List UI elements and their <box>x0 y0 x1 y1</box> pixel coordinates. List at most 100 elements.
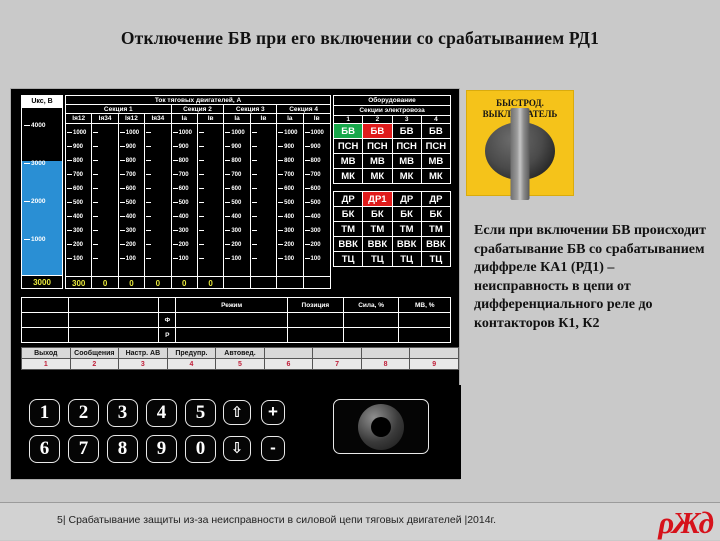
current-column-name: Iа <box>277 114 303 123</box>
key-2[interactable]: 2 <box>68 399 99 427</box>
current-scale-tick: 600 <box>120 186 136 192</box>
regime-table: РежимПозицияСила, %МВ, %ФР <box>21 297 451 345</box>
footer-text: 5| Срабатывание защиты из-за неисправнос… <box>57 514 496 526</box>
current-scale-tick: 900 <box>173 144 189 150</box>
current-scale-tick: 500 <box>225 200 241 206</box>
current-value-cell <box>251 277 277 289</box>
current-scale-tick: 1000 <box>305 130 324 136</box>
function-key-index[interactable]: 9 <box>410 359 459 370</box>
key-8[interactable]: 8 <box>107 435 138 463</box>
current-scale-tick: 700 <box>305 172 321 178</box>
function-key-index[interactable]: 1 <box>22 359 71 370</box>
key-9[interactable]: 9 <box>146 435 177 463</box>
function-key-label[interactable]: Предупр. <box>167 348 216 359</box>
function-key-index[interactable]: 4 <box>167 359 216 370</box>
function-key-label[interactable] <box>410 348 459 359</box>
function-key-label[interactable]: Выход <box>22 348 71 359</box>
traction-current-values: 30000000 <box>66 276 330 289</box>
current-section-header: Секция 1 <box>66 105 172 113</box>
function-key-label[interactable]: Сообщения <box>70 348 119 359</box>
arrow-down-icon[interactable]: ⇩ <box>223 436 251 461</box>
current-scale-tick <box>199 172 205 178</box>
traction-current-header: Ток тяговых двигателей, А <box>66 96 330 105</box>
equipment-cell-псн: ПСН <box>392 139 421 154</box>
equipment-panel: Оборудование Секции электровоза 1234 БВБ… <box>333 95 451 267</box>
function-key-label[interactable]: Настр. АВ <box>119 348 168 359</box>
equipment-cell-тц: ТЦ <box>334 252 363 267</box>
current-scale-tick: 900 <box>305 144 321 150</box>
key-3[interactable]: 3 <box>107 399 138 427</box>
function-key-label[interactable] <box>361 348 410 359</box>
current-column-name: Iя34 <box>145 114 171 123</box>
regime-header-cell: Сила, % <box>343 298 399 313</box>
function-key-label[interactable] <box>264 348 313 359</box>
regime-header-cell: МВ, % <box>399 298 450 313</box>
function-key-index[interactable]: 5 <box>216 359 265 370</box>
key-7[interactable]: 7 <box>68 435 99 463</box>
current-value-cell: 0 <box>198 277 224 289</box>
key-1[interactable]: 1 <box>29 399 60 427</box>
current-scale-tick <box>93 242 99 248</box>
equipment-column-number: 2 <box>363 116 392 124</box>
regime-cell <box>176 328 288 343</box>
breaker-switch-handle[interactable] <box>511 108 530 200</box>
equipment-cell-ввк: ВВК <box>363 237 392 252</box>
function-key-label[interactable]: Автовед. <box>216 348 265 359</box>
equipment-cell-бв: БВ <box>392 124 421 139</box>
function-key-index[interactable]: 6 <box>264 359 313 370</box>
voltage-gauge-value: 3000 <box>22 275 62 288</box>
equipment-row: ТЦТЦТЦТЦ <box>334 252 451 267</box>
voltage-tick-2000: 2000 <box>24 198 45 205</box>
function-key-index[interactable]: 8 <box>361 359 410 370</box>
page-title: Отключение БВ при его включении со сраба… <box>0 28 720 49</box>
equipment-cell-бк: БК <box>421 207 450 222</box>
current-column: 1000900800700600500400300200100 <box>224 124 250 276</box>
current-scale-tick <box>146 130 152 136</box>
equipment-cell-тм: ТМ <box>363 222 392 237</box>
key-0[interactable]: 0 <box>185 435 216 463</box>
current-scale-tick: 200 <box>67 242 83 248</box>
current-column <box>198 124 224 276</box>
regime-cell <box>399 313 450 328</box>
current-scale-tick <box>93 158 99 164</box>
key-5[interactable]: 5 <box>185 399 216 427</box>
current-scale-tick: 600 <box>67 186 83 192</box>
current-scale-tick: 200 <box>278 242 294 248</box>
current-scale-tick: 300 <box>120 228 136 234</box>
current-column: 1000900800700600500400300200100 <box>304 124 330 276</box>
function-key-label[interactable] <box>313 348 362 359</box>
current-scale-tick <box>93 228 99 234</box>
key-4[interactable]: 4 <box>146 399 177 427</box>
function-key-index[interactable]: 7 <box>313 359 362 370</box>
equipment-cell-мк: МК <box>363 169 392 184</box>
current-scale-tick: 700 <box>67 172 83 178</box>
function-key-index[interactable]: 2 <box>70 359 119 370</box>
voltage-gauge: Uкс, В 4000 3000 2000 1000 3000 <box>21 95 63 289</box>
plus-key[interactable]: + <box>261 400 285 425</box>
traction-current-sections: Секция 1Секция 2Секция 3Секция 4 <box>66 105 330 114</box>
current-scale-tick: 400 <box>278 214 294 220</box>
equipment-subtitle: Секции электровоза <box>333 105 451 115</box>
minus-key[interactable]: - <box>261 436 285 461</box>
current-scale-tick <box>252 200 258 206</box>
breaker-switch-panel[interactable]: БЫСТРОД. ВЫКЛЮЧАТЕЛЬ <box>466 90 574 196</box>
function-key-index[interactable]: 3 <box>119 359 168 370</box>
current-scale-tick <box>93 256 99 262</box>
current-scale-tick: 300 <box>305 228 321 234</box>
current-scale-tick: 700 <box>225 172 241 178</box>
current-value-cell <box>224 277 250 289</box>
current-scale-tick <box>93 172 99 178</box>
key-6[interactable]: 6 <box>29 435 60 463</box>
current-scale-tick: 400 <box>225 214 241 220</box>
equipment-cell-псн: ПСН <box>421 139 450 154</box>
current-scale-tick <box>252 228 258 234</box>
current-scale-tick: 1000 <box>120 130 139 136</box>
equipment-row: БВБВБВБВ <box>334 124 451 139</box>
rotary-knob[interactable] <box>333 399 429 454</box>
equipment-cell-тм: ТМ <box>392 222 421 237</box>
equipment-cell-бв: БВ <box>421 124 450 139</box>
equipment-cell-псн: ПСН <box>334 139 363 154</box>
equipment-cell-бк: БК <box>363 207 392 222</box>
current-column-name: Iя12 <box>66 114 92 123</box>
arrow-up-icon[interactable]: ⇧ <box>223 400 251 425</box>
